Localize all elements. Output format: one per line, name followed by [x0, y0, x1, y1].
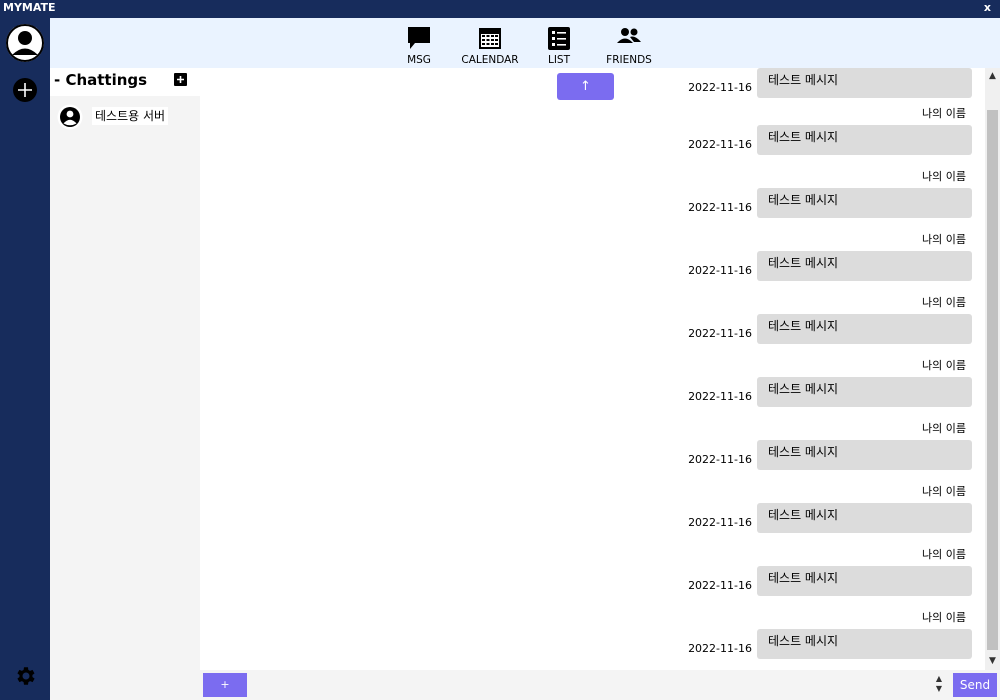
- title-bar: MYMATE x: [0, 0, 1000, 18]
- friends-icon: [617, 28, 641, 43]
- message-date: 2022-11-16: [688, 138, 752, 151]
- message-bubble: 테스트 메시지: [757, 377, 972, 407]
- message-item: 나의 이름 2022-11-16 테스트 메시지: [572, 359, 972, 419]
- message-date: 2022-11-16: [688, 516, 752, 529]
- scrollbar-thumb[interactable]: [987, 110, 998, 650]
- top-nav: MSG CALENDAR LIST FRIENDS: [50, 18, 1000, 68]
- spinner-up-icon[interactable]: ▲: [934, 674, 944, 684]
- nav-label: FRIENDS: [606, 54, 652, 66]
- user-avatar-icon: [57, 104, 83, 130]
- message-date: 2022-11-16: [688, 642, 752, 655]
- message-scrollbar[interactable]: ▲ ▼: [985, 68, 1000, 670]
- add-chat-icon[interactable]: [174, 73, 187, 86]
- message-sender: 나의 이름: [922, 422, 966, 435]
- nav-calendar[interactable]: CALENDAR: [459, 26, 521, 66]
- message-date: 2022-11-16: [688, 390, 752, 403]
- user-avatar-icon[interactable]: [6, 24, 44, 62]
- message-item: 나의 이름 2022-11-16 테스트 메시지: [572, 611, 972, 670]
- message-input[interactable]: [250, 673, 930, 697]
- message-sender: 나의 이름: [922, 359, 966, 372]
- chat-list-header: - Chattings: [50, 68, 200, 96]
- nav-list[interactable]: LIST: [542, 26, 576, 66]
- message-item: 나의 이름 2022-11-16 테스트 메시지: [572, 422, 972, 482]
- nav-msg[interactable]: MSG: [401, 26, 437, 66]
- message-sender: 나의 이름: [922, 233, 966, 246]
- message-sender: 나의 이름: [922, 611, 966, 624]
- send-button[interactable]: Send: [953, 673, 997, 697]
- calendar-icon: [479, 28, 501, 49]
- message-sender: 나의 이름: [922, 485, 966, 498]
- message-bubble: 테스트 메시지: [757, 440, 972, 470]
- message-sender: 나의 이름: [922, 296, 966, 309]
- message-bubble: 테스트 메시지: [757, 503, 972, 533]
- list-icon: [548, 27, 570, 50]
- attach-button[interactable]: +: [203, 673, 247, 697]
- scroll-up-arrow-icon[interactable]: ▲: [985, 68, 1000, 85]
- message-item: 나의 이름 2022-11-16 테스트 메시지: [572, 170, 972, 230]
- message-date: 2022-11-16: [688, 327, 752, 340]
- chat-list-title: - Chattings: [54, 71, 148, 89]
- message-bubble: 테스트 메시지: [757, 68, 972, 98]
- message-item: 나의 이름 2022-11-16 테스트 메시지: [572, 107, 972, 167]
- nav-friends[interactable]: FRIENDS: [606, 26, 652, 66]
- close-button[interactable]: x: [984, 1, 991, 15]
- message-date: 2022-11-16: [688, 453, 752, 466]
- message-input-bar: + ▲ ▼ Send: [200, 670, 1000, 700]
- message-item: 나의 이름 2022-11-16 테스트 메시지: [572, 296, 972, 356]
- add-server-icon[interactable]: [12, 77, 38, 103]
- message-sender: 나의 이름: [922, 170, 966, 183]
- message-item: 2022-11-16 테스트 메시지: [572, 68, 972, 110]
- message-bubble: 테스트 메시지: [757, 125, 972, 155]
- nav-label: LIST: [547, 54, 571, 66]
- message-bubble: 테스트 메시지: [757, 566, 972, 596]
- chat-room-item[interactable]: 테스트용 서버: [50, 100, 200, 134]
- message-date: 2022-11-16: [688, 579, 752, 592]
- gear-icon[interactable]: [13, 664, 37, 688]
- spinner-down-icon[interactable]: ▼: [934, 684, 944, 694]
- message-bubble: 테스트 메시지: [757, 251, 972, 281]
- load-older-button[interactable]: ↑: [557, 73, 614, 100]
- message-bubble: 테스트 메시지: [757, 314, 972, 344]
- message-bubble: 테스트 메시지: [757, 629, 972, 659]
- message-list: 2022-11-16 테스트 메시지 나의 이름 2022-11-16 테스트 …: [200, 68, 985, 670]
- message-bubble: 테스트 메시지: [757, 188, 972, 218]
- message-item: 나의 이름 2022-11-16 테스트 메시지: [572, 233, 972, 293]
- nav-label: CALENDAR: [461, 54, 519, 66]
- message-date: 2022-11-16: [688, 81, 752, 94]
- app-title: MYMATE: [3, 1, 56, 14]
- chat-list-panel: - Chattings 테스트용 서버: [50, 68, 200, 700]
- message-item: 나의 이름 2022-11-16 테스트 메시지: [572, 485, 972, 545]
- message-sender: 나의 이름: [922, 107, 966, 120]
- message-date: 2022-11-16: [688, 201, 752, 214]
- input-spinner[interactable]: ▲ ▼: [934, 674, 944, 696]
- message-sender: 나의 이름: [922, 548, 966, 561]
- nav-label: MSG: [407, 54, 431, 66]
- scroll-down-arrow-icon[interactable]: ▼: [985, 653, 1000, 670]
- server-sidebar: [0, 18, 50, 700]
- message-date: 2022-11-16: [688, 264, 752, 277]
- chat-room-name: 테스트용 서버: [92, 107, 169, 125]
- message-item: 나의 이름 2022-11-16 테스트 메시지: [572, 548, 972, 608]
- message-icon: [408, 27, 430, 49]
